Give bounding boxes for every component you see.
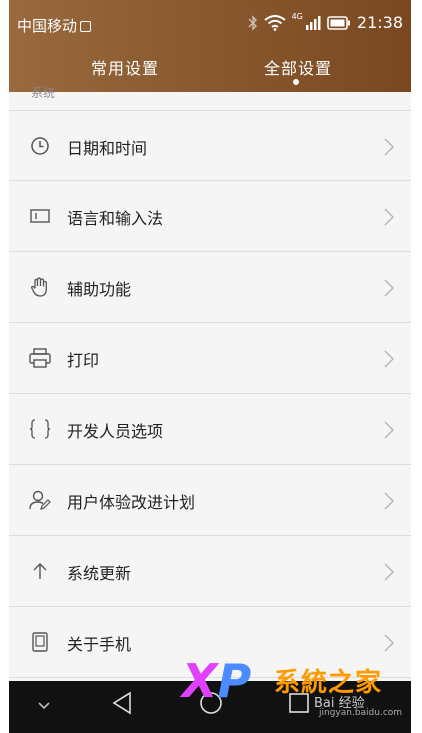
list-item-label: 系统更新 [67, 564, 132, 583]
carrier-info: 中国移动 [17, 15, 92, 36]
chevron-right-icon [384, 208, 394, 226]
settings-header: 中国移动 4G 21:38 常用设置 全部设置 [9, 0, 411, 92]
phone-icon [29, 631, 51, 653]
chevron-right-icon [384, 421, 394, 439]
chevron-right-icon [384, 563, 394, 581]
watermark-url: jingyan.baidu.com [319, 708, 403, 718]
braces-icon [29, 418, 51, 440]
watermark-logo: XP [182, 654, 251, 708]
watermark-logo-p: P [217, 654, 252, 708]
clock-time: 21:38 [356, 13, 403, 32]
list-item-label: 关于手机 [67, 635, 132, 654]
list-item-accessibility[interactable]: 辅助功能 [9, 252, 411, 323]
status-bar: 中国移动 4G 21:38 [9, 0, 411, 48]
tab-all-settings[interactable]: 全部设置 [264, 55, 332, 79]
chevron-right-icon [384, 279, 394, 297]
tab-common-settings[interactable]: 常用设置 [91, 55, 159, 79]
bluetooth-icon [248, 14, 257, 31]
phone-screen: 中国移动 4G 21:38 常用设置 全部设置 系统 日期和时间 语言和输入法 … [9, 0, 411, 733]
list-item-print[interactable]: 打印 [9, 323, 411, 394]
chevron-down-icon[interactable] [37, 701, 51, 711]
chevron-right-icon [384, 492, 394, 510]
user-edit-icon [29, 489, 51, 511]
list-item-user-experience[interactable]: 用户体验改进计划 [9, 465, 411, 536]
list-item-label: 开发人员选项 [67, 422, 164, 441]
chevron-right-icon [384, 350, 394, 368]
list-item-label: 日期和时间 [67, 139, 148, 158]
watermark-logo-x: X [182, 654, 218, 708]
list-item-language-input[interactable]: 语言和输入法 [9, 181, 411, 252]
hand-icon [29, 276, 51, 298]
settings-list: 日期和时间 语言和输入法 辅助功能 打印 开发人员选项 用户体验改进计划 系统更… [9, 110, 411, 678]
section-header-system: 系统 [31, 86, 56, 100]
list-item-label: 辅助功能 [67, 280, 132, 299]
list-item-label: 打印 [67, 351, 100, 370]
clock-icon [29, 135, 51, 157]
site-watermark: XP 系統之家 Bai 经验 jingyan.baidu.com [174, 650, 411, 730]
printer-icon [29, 347, 51, 369]
network-type: 4G [291, 12, 303, 21]
back-icon[interactable] [111, 691, 133, 715]
selected-tab-indicator [293, 79, 299, 85]
keyboard-icon [29, 205, 51, 227]
arrow-up-icon [29, 560, 51, 582]
settings-tabs: 常用设置 全部设置 [9, 48, 411, 92]
signal-icon [305, 16, 321, 30]
list-item-system-update[interactable]: 系统更新 [9, 536, 411, 607]
carrier-name: 中国移动 [17, 17, 78, 35]
battery-icon [327, 15, 350, 30]
list-item-developer-options[interactable]: 开发人员选项 [9, 394, 411, 465]
list-item-date-time[interactable]: 日期和时间 [9, 110, 411, 181]
sim-icon [80, 21, 92, 32]
list-item-label: 用户体验改进计划 [67, 493, 196, 512]
status-icons: 4G 21:38 [248, 12, 403, 32]
wifi-icon [263, 14, 286, 31]
chevron-right-icon [384, 138, 394, 156]
list-item-label: 语言和输入法 [67, 209, 164, 228]
